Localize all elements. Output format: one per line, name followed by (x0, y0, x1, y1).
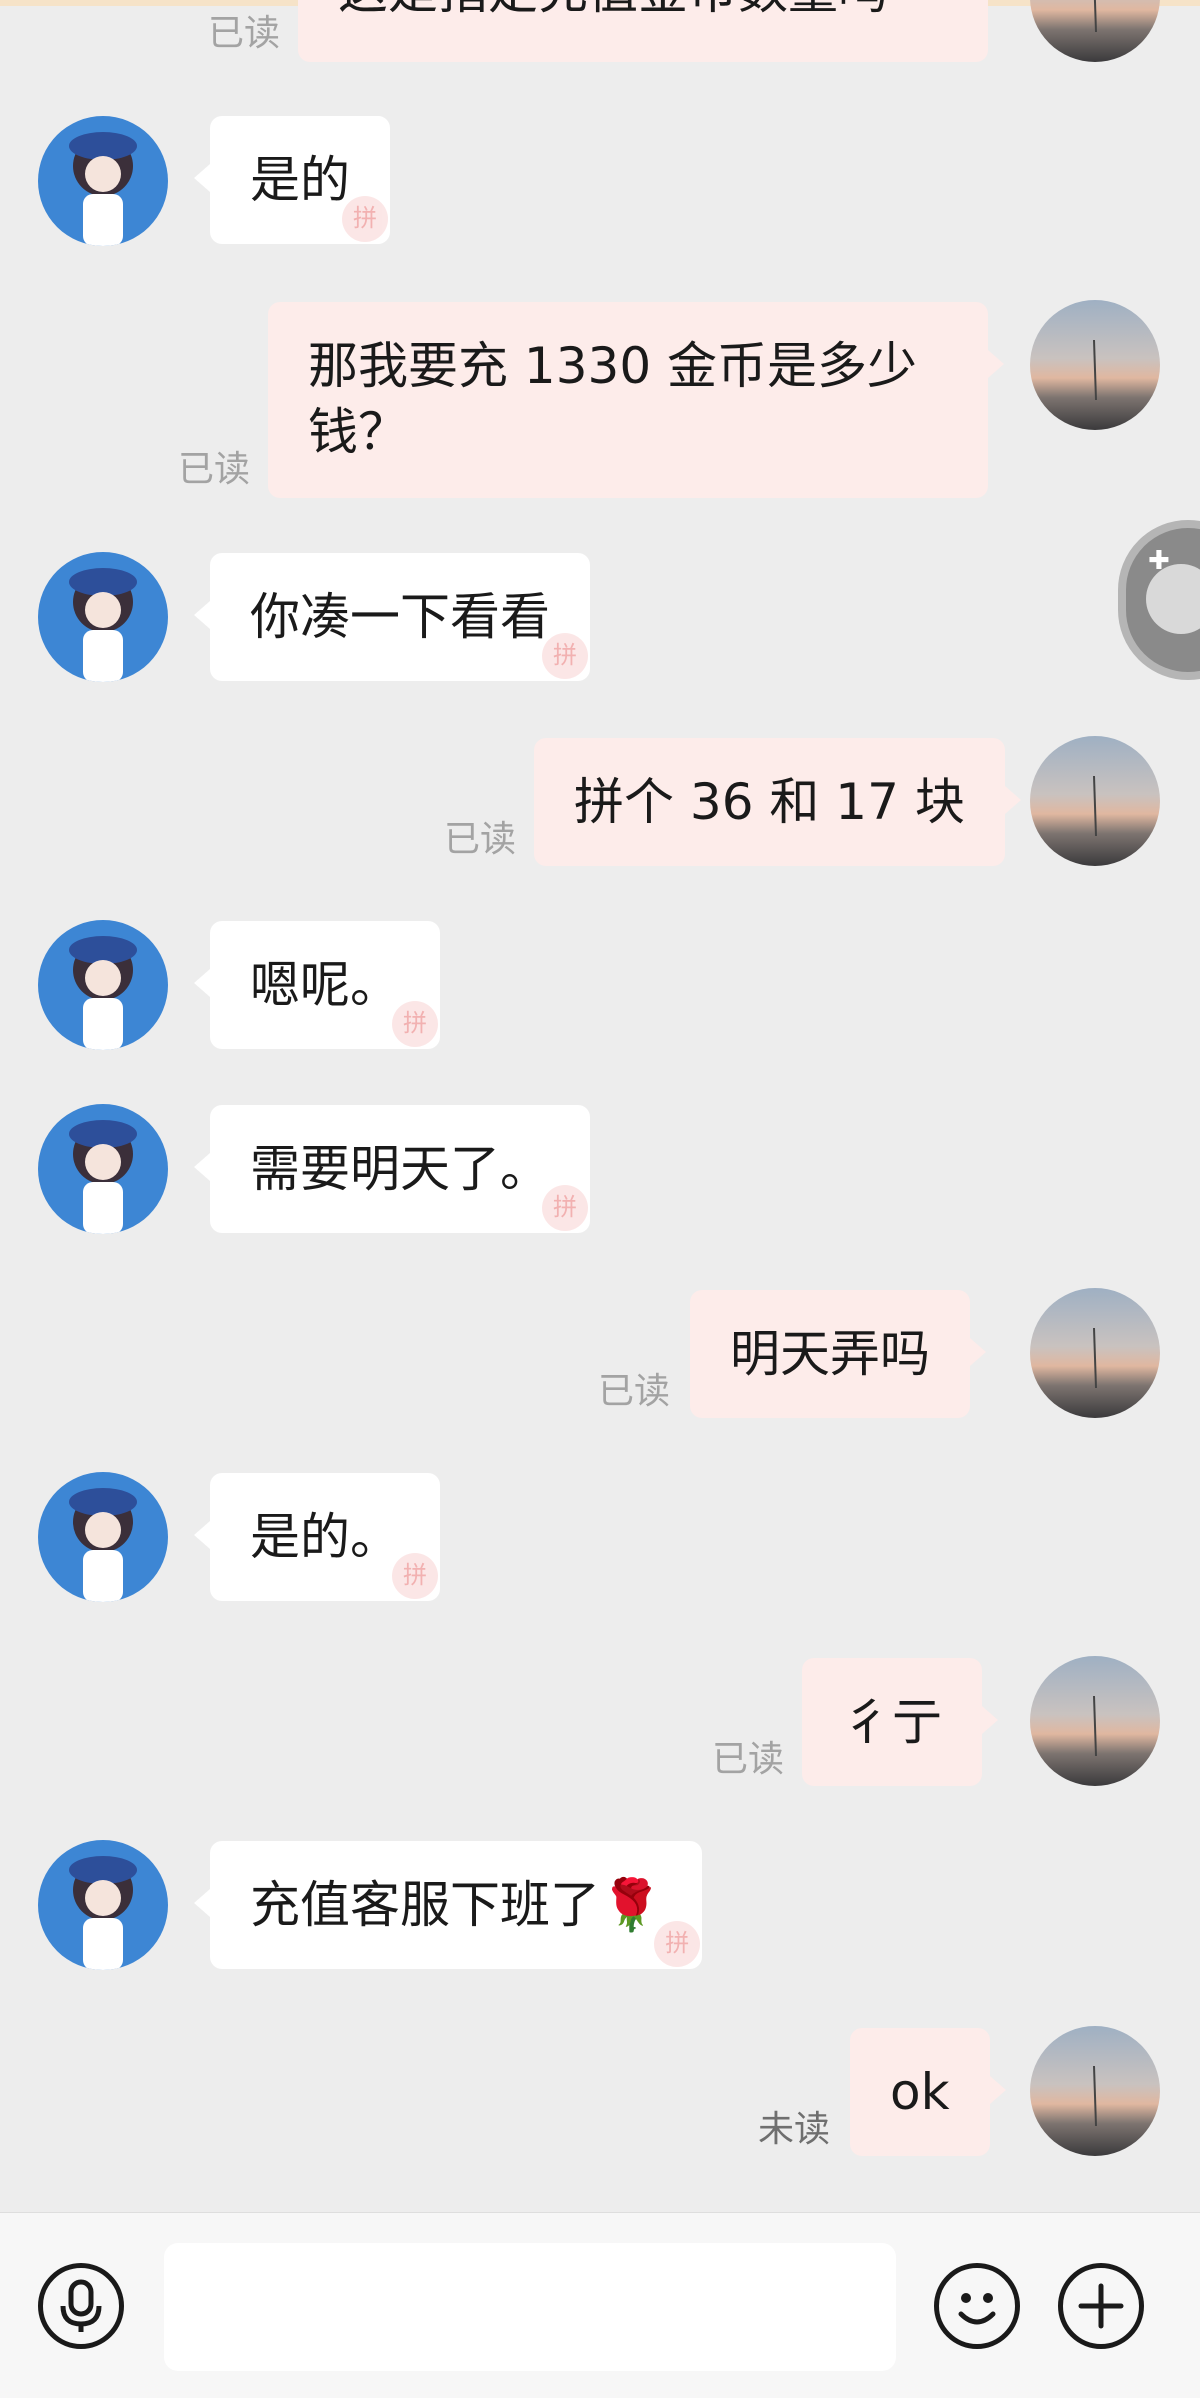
anime-girl-avatar-icon (69, 1120, 137, 1234)
message-bubble-outgoing[interactable]: ok (850, 2028, 1006, 2156)
message-text: 明天弄吗 (730, 1325, 930, 1383)
message-bubble-outgoing[interactable]: 那我要充 1330 金币是多少 钱？ (268, 302, 1004, 498)
more-options-button[interactable] (1058, 2263, 1144, 2349)
sunset-photo-icon (1093, 2065, 1097, 2127)
message-text: ok (890, 2063, 950, 2121)
read-status: 已读 (598, 1371, 671, 1412)
contact-avatar[interactable] (38, 920, 168, 1050)
message-bubble-outgoing[interactable]: 拼个 36 和 17 块 (534, 738, 1021, 866)
contact-avatar[interactable] (38, 552, 168, 682)
message-bubble-incoming[interactable]: 是的 (194, 116, 390, 244)
message-bubble-incoming[interactable]: 嗯呢。 (194, 921, 440, 1049)
anime-girl-avatar-icon (69, 568, 137, 682)
message-text: 你凑一下看看 (250, 588, 550, 646)
message-bubble-outgoing[interactable]: 这是指定充值金币数量吗 (298, 0, 988, 62)
my-avatar[interactable] (1030, 0, 1160, 62)
floating-assistant-icon (1146, 564, 1200, 634)
pinduoduo-badge-icon (542, 1185, 588, 1231)
pinduoduo-badge-icon (392, 1001, 438, 1047)
read-status: 已读 (444, 819, 517, 860)
pinduoduo-badge-icon (342, 196, 388, 242)
pinduoduo-badge-icon (392, 1553, 438, 1599)
chat-input-bar (0, 2212, 1200, 2398)
pinduoduo-badge-icon (654, 1921, 701, 1967)
message-text: 彳亍 (842, 1693, 942, 1751)
sunset-photo-icon (1093, 0, 1097, 33)
message-bubble-outgoing[interactable]: 彳亍 (802, 1658, 998, 1786)
message-text: 是的 (250, 151, 350, 209)
anime-girl-avatar-icon (69, 1856, 137, 1970)
contact-avatar[interactable] (38, 1104, 168, 1234)
my-avatar[interactable] (1030, 300, 1160, 430)
sunset-photo-icon (1093, 339, 1097, 401)
plus-icon (1078, 2283, 1124, 2329)
message-bubble-incoming[interactable]: 是的。 (194, 1473, 440, 1601)
read-status: 已读 (178, 449, 251, 490)
my-avatar[interactable] (1030, 1656, 1160, 1786)
anime-girl-avatar-icon (69, 132, 137, 246)
smiley-icon (958, 2293, 996, 2325)
my-avatar[interactable] (1030, 1288, 1160, 1418)
message-bubble-incoming[interactable]: 充值客服下班了🌹 (193, 1841, 703, 1969)
message-text-input[interactable] (164, 2243, 896, 2371)
microphone-icon (60, 2279, 102, 2332)
message-text: 充值客服下班了🌹 (250, 1876, 663, 1934)
message-text: 是的。 (250, 1508, 400, 1566)
sunset-photo-icon (1093, 775, 1097, 837)
contact-avatar[interactable] (38, 116, 168, 246)
message-text-line-2: 钱？ (308, 403, 408, 461)
message-bubble-incoming[interactable]: 需要明天了。 (194, 1105, 590, 1233)
message-text-line-1: 那我要充 1330 金币是多少 (308, 337, 918, 395)
contact-avatar[interactable] (38, 1472, 168, 1602)
read-status: 已读 (712, 1739, 785, 1780)
anime-girl-avatar-icon (69, 936, 137, 1050)
my-avatar[interactable] (1030, 736, 1160, 866)
message-text: 拼个 36 和 17 块 (574, 773, 965, 831)
pinduoduo-badge-icon (542, 633, 588, 679)
message-text: 这是指定充值金币数量吗 (338, 0, 888, 20)
unread-status: 未读 (758, 2109, 831, 2150)
floating-assistant-button[interactable]: ✚ (1118, 520, 1200, 680)
sunset-photo-icon (1093, 1695, 1097, 1757)
read-status: 已读 (208, 13, 281, 54)
message-text: 需要明天了。 (250, 1140, 550, 1198)
message-bubble-incoming[interactable]: 你凑一下看看 (194, 553, 590, 681)
message-text: 嗯呢。 (250, 956, 400, 1014)
anime-girl-avatar-icon (69, 1488, 137, 1602)
chat-message-list[interactable]: 已读 这是指定充值金币数量吗 是的 已读 那我要充 1330 金币是多少 钱？ (0, 0, 1200, 2212)
contact-avatar[interactable] (38, 1840, 168, 1970)
my-avatar[interactable] (1030, 2026, 1160, 2156)
message-bubble-outgoing[interactable]: 明天弄吗 (690, 1290, 986, 1418)
emoji-button[interactable] (934, 2263, 1020, 2349)
voice-input-button[interactable] (38, 2263, 124, 2349)
sunset-photo-icon (1093, 1327, 1097, 1389)
